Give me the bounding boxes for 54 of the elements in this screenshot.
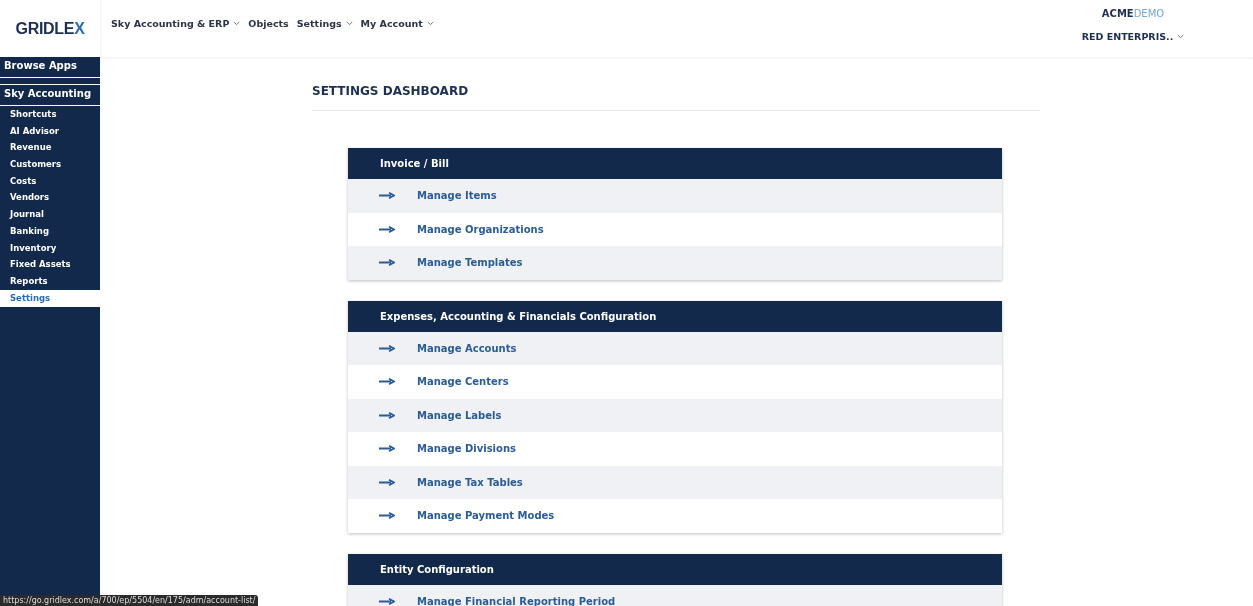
arrow-right-icon: [379, 259, 395, 267]
link-row[interactable]: Manage Templates: [348, 246, 1002, 280]
arrow-right-icon: [379, 225, 395, 233]
link-row[interactable]: Manage Labels: [348, 398, 1002, 432]
sidebar-item[interactable]: Settings: [0, 289, 100, 307]
sidebar-item[interactable]: Customers: [0, 156, 100, 173]
arrow-right-icon: [379, 597, 395, 605]
card-header: Invoice / Bill: [348, 148, 1002, 179]
link-row[interactable]: Manage Tax Tables: [348, 465, 1002, 499]
settings-link[interactable]: Manage Tax Tables: [417, 476, 523, 488]
link-row[interactable]: Manage Centers: [348, 365, 1002, 399]
link-row[interactable]: Manage Accounts: [348, 331, 1002, 365]
settings-link[interactable]: Manage Divisions: [417, 443, 516, 455]
settings-link[interactable]: Manage Payment Modes: [417, 510, 555, 522]
nav-menu-item[interactable]: Settings: [296, 18, 353, 29]
nav-menu-item[interactable]: Sky Accounting & ERP: [111, 18, 241, 29]
sidebar-item[interactable]: Costs: [0, 172, 100, 190]
nav-menu-item[interactable]: Objects: [248, 18, 289, 29]
gridlex-logo[interactable]: GRIDLEX: [15, 19, 85, 38]
arrow-right-icon: [379, 445, 395, 453]
settings-link[interactable]: Manage Organizations: [417, 223, 544, 235]
arrow-right-icon: [379, 192, 395, 200]
sidebar-item[interactable]: Shortcuts: [0, 106, 100, 123]
sidebar-item[interactable]: Sky Accounting: [0, 84, 100, 106]
page-title: SETTINGS DASHBOARD: [312, 84, 470, 100]
link-row[interactable]: Manage Organizations: [348, 212, 1002, 246]
sidebar-item[interactable]: Reports: [0, 272, 100, 290]
card-header: Expenses, Accounting & Financials Configuration: [348, 300, 1002, 332]
sidebar-item[interactable]: Vendors: [0, 189, 100, 207]
settings-link[interactable]: Manage Items: [417, 190, 497, 202]
sidebar-item[interactable]: Browse Apps: [0, 57, 100, 78]
sidebar-item[interactable]: Inventory: [0, 239, 100, 257]
card-header: Entity Configuration: [348, 553, 1002, 585]
arrow-right-icon: [379, 344, 395, 352]
link-row[interactable]: Manage Payment Modes: [348, 499, 1002, 533]
company-selector[interactable]: RED ENTERPRIS..: [1081, 31, 1185, 42]
arrow-right-icon: [379, 411, 395, 419]
settings-link[interactable]: Manage Templates: [417, 257, 523, 269]
sidebar-item[interactable]: Fixed Assets: [0, 256, 100, 273]
sidebar-item[interactable]: Revenue: [0, 139, 100, 157]
arrow-right-icon: [379, 378, 395, 386]
settings-link[interactable]: Manage Labels: [417, 409, 502, 421]
sidebar-item[interactable]: AI Advisor: [0, 122, 100, 140]
sidebar-item[interactable]: Journal: [0, 206, 100, 223]
status-url: https://go.gridlex.com/a/700/ep/5504/en/175/adm/account-list/: [0, 595, 259, 606]
account-brand: ACMEDEMO: [1101, 8, 1165, 19]
link-row[interactable]: Manage Divisions: [348, 432, 1002, 466]
nav-menu-item[interactable]: My Account: [360, 18, 434, 29]
link-row[interactable]: Manage Items: [348, 179, 1002, 213]
arrow-right-icon: [379, 512, 395, 520]
settings-link[interactable]: Manage Centers: [417, 376, 509, 388]
settings-link[interactable]: Manage Accounts: [417, 342, 517, 354]
sidebar-item[interactable]: Banking: [0, 222, 100, 240]
arrow-right-icon: [379, 478, 395, 486]
